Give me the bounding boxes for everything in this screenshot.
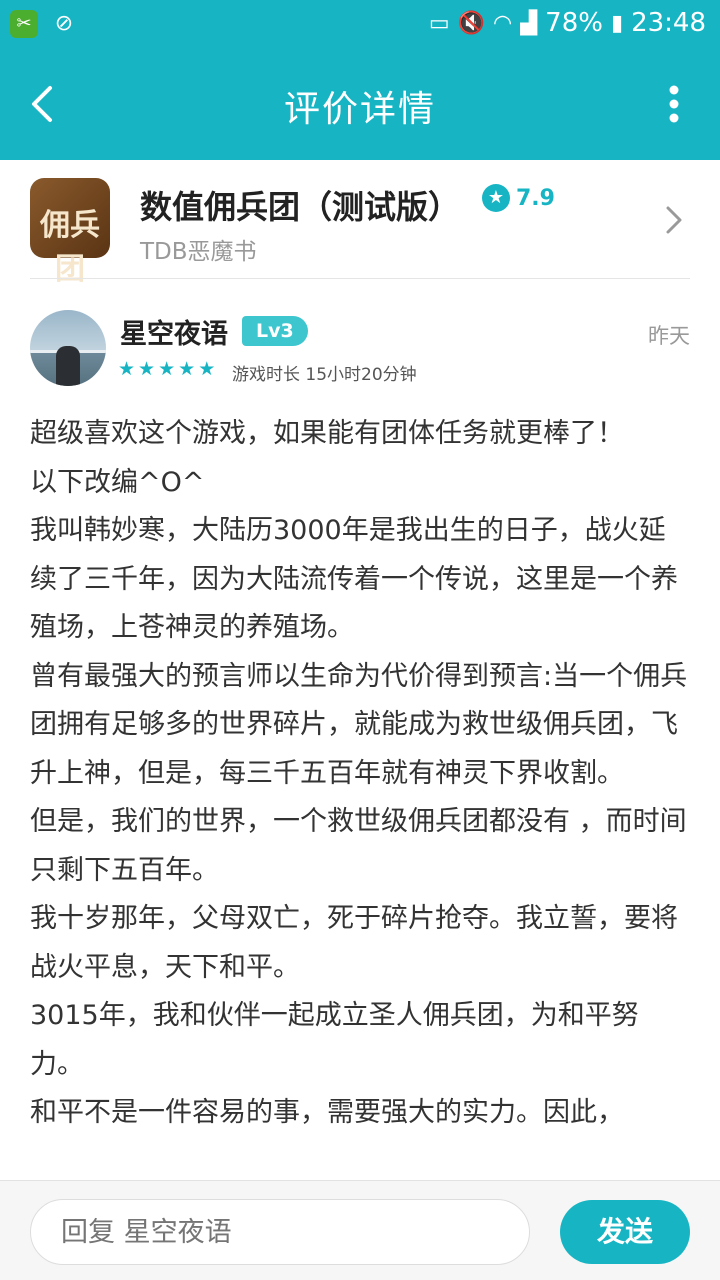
app-bar: 评价详情 xyxy=(0,50,720,160)
star-icon: ★ xyxy=(118,358,136,380)
mute-icon: 🔇 xyxy=(457,10,486,36)
play-time: 游戏时长 15小时20分钟 xyxy=(232,365,417,385)
more-options-button[interactable] xyxy=(668,84,680,124)
review-paragraph: 超级喜欢这个游戏，如果能有团体任务就更棒了！ xyxy=(30,418,624,449)
avatar[interactable] xyxy=(30,310,106,386)
star-icon: ★ xyxy=(198,358,216,380)
chevron-right-icon xyxy=(664,204,684,236)
rating-value: 7.9 xyxy=(516,185,555,211)
level-badge: Lv3 xyxy=(242,316,308,346)
clock: 23:48 xyxy=(631,8,706,38)
reply-bar: 发送 xyxy=(0,1180,720,1280)
review-paragraph: 但是，我们的世界，一个救世级佣兵团都没有 ，而时间只剩下五百年。 xyxy=(30,806,687,886)
app-rating: ★ 7.9 xyxy=(482,184,555,212)
app-name: 数值佣兵团（测试版） xyxy=(140,188,461,226)
review-username[interactable]: 星空夜语 xyxy=(120,312,228,351)
page-title: 评价详情 xyxy=(283,89,436,130)
review-paragraph: 3015年，我和伙伴一起成立圣人佣兵团，为和平努力。 xyxy=(30,1000,639,1080)
star-icon: ★ xyxy=(158,358,176,380)
more-vert-icon xyxy=(669,85,679,123)
divider xyxy=(30,278,690,279)
app-developer: TDB恶魔书 xyxy=(140,239,257,265)
review-paragraph: 曾有最强大的预言师以生命为代价得到预言:当一个佣兵团拥有足够多的世界碎片，就能成… xyxy=(30,660,688,789)
cast-icon: ▭ xyxy=(428,10,450,36)
star-badge-icon: ★ xyxy=(482,184,510,212)
send-button[interactable]: 发送 xyxy=(560,1200,690,1264)
app-card[interactable]: 佣兵团 数值佣兵团（测试版） ★ 7.9 TDB恶魔书 xyxy=(30,178,690,287)
signal-icon: ▟ xyxy=(520,10,538,36)
star-rating: ★ ★ ★ ★ ★ xyxy=(118,358,215,380)
reply-input[interactable] xyxy=(30,1199,530,1265)
tools-icon: ✂ xyxy=(10,10,38,38)
review-paragraph: 我十岁那年，父母双亡，死于碎片抢夺。我立誓，要将战火平息，天下和平。 xyxy=(30,903,678,983)
review-paragraph: 和平不是一件容易的事，需要强大的实力。因此， xyxy=(30,1097,624,1128)
star-icon: ★ xyxy=(178,358,196,380)
top-bar: ✂ ⊘ ▭ 🔇 ◠ ▟ 78% ▮ 23:48 评价详情 xyxy=(0,0,720,160)
review-header: 星空夜语 Lv3 昨天 ★ ★ ★ ★ ★ 游戏时长 15小时20分钟 xyxy=(30,310,690,390)
battery-percent: 78% xyxy=(545,8,603,38)
review-content: 超级喜欢这个游戏，如果能有团体任务就更棒了！ 以下改编^O^ 我叫韩妙寒，大陆历… xyxy=(30,410,690,1180)
app-logo-text: 佣兵团 xyxy=(40,208,100,287)
blocked-icon: ⊘ xyxy=(54,11,74,36)
review-time: 昨天 xyxy=(648,324,690,348)
battery-icon: ▮ xyxy=(610,10,624,36)
wifi-icon: ◠ xyxy=(493,10,513,36)
app-logo: 佣兵团 xyxy=(30,178,110,287)
star-icon: ★ xyxy=(138,358,156,380)
status-bar: ✂ ⊘ ▭ 🔇 ◠ ▟ 78% ▮ 23:48 xyxy=(0,0,720,50)
review-paragraph: 以下改编^O^ xyxy=(30,466,205,498)
review-paragraph: 我叫韩妙寒，大陆历3000年是我出生的日子，战火延续了三千年，因为大陆流传着一个… xyxy=(30,515,678,643)
